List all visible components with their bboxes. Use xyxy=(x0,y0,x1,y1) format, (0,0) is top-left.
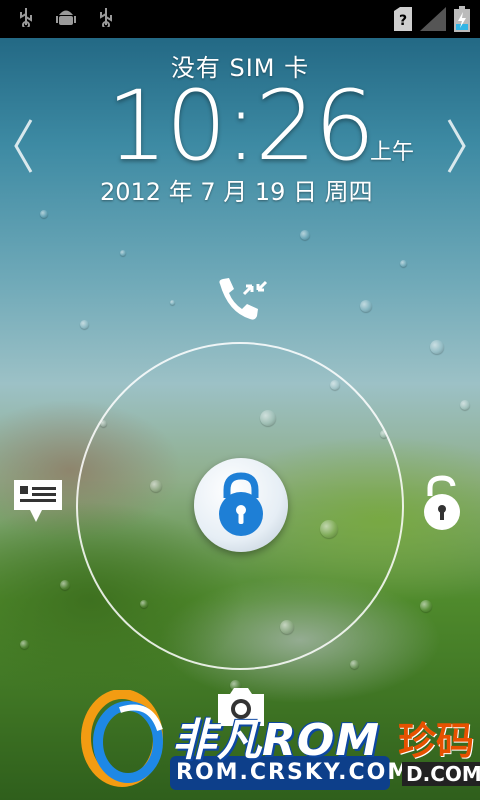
lock-handle[interactable] xyxy=(194,458,288,552)
clock-ampm: 上午 xyxy=(370,140,415,165)
watermark-site: ROM.CRSKY.COM xyxy=(176,760,412,785)
no-sim-icon: ? xyxy=(394,7,412,35)
status-bar: ? xyxy=(0,0,480,38)
usb-icon-2 xyxy=(98,7,114,31)
watermark-side-sub: D.COM xyxy=(402,762,480,786)
signal-icon xyxy=(420,7,446,35)
date-label: 2012 年 7 月 19 日 周四 xyxy=(100,178,373,206)
watermark: 非凡ROM ROM.CRSKY.COM 珍码 D.COM xyxy=(80,689,480,800)
lock-icon xyxy=(213,470,269,540)
battery-charging-icon xyxy=(454,6,470,36)
svg-text:?: ? xyxy=(399,13,407,29)
unlock-icon[interactable] xyxy=(420,474,464,534)
message-icon[interactable] xyxy=(12,478,64,530)
android-debug-icon xyxy=(56,6,76,32)
watermark-side: 珍码 xyxy=(398,719,475,763)
usb-icon xyxy=(18,7,34,31)
phone-icon[interactable] xyxy=(214,276,268,328)
watermark-brand: 非凡ROM xyxy=(172,715,381,766)
